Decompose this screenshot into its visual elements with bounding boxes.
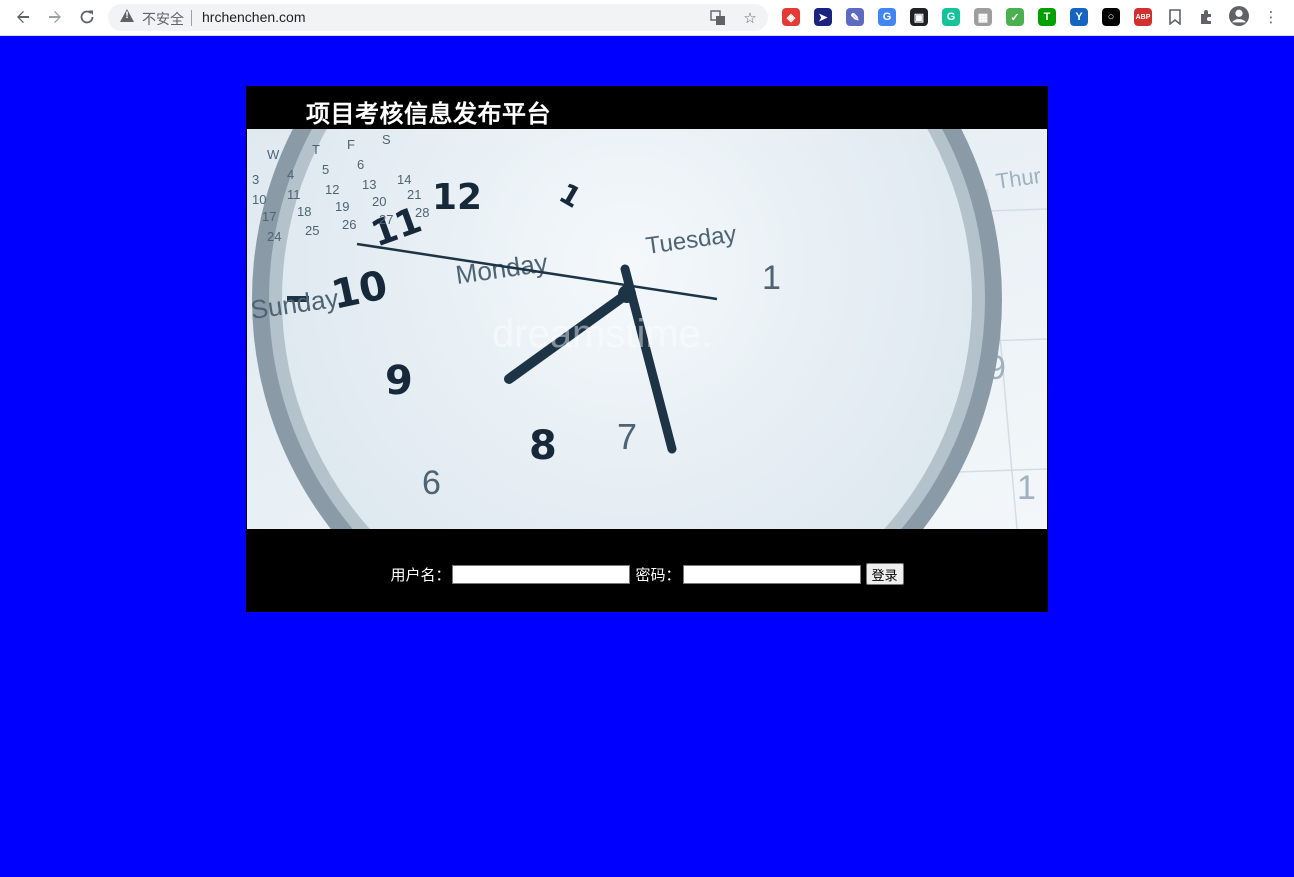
- svg-text:1: 1: [762, 259, 781, 297]
- security-label[interactable]: 不安全: [142, 9, 184, 29]
- svg-text:T: T: [312, 142, 320, 157]
- svg-text:12: 12: [432, 177, 482, 218]
- extensions-puzzle-icon[interactable]: [1197, 7, 1217, 27]
- svg-text:12: 12: [325, 182, 339, 197]
- svg-text:20: 20: [372, 194, 386, 209]
- translate-page-icon[interactable]: [708, 8, 728, 28]
- svg-text:27: 27: [379, 212, 393, 227]
- password-input[interactable]: [682, 564, 861, 584]
- bookmark-star-icon[interactable]: ☆: [740, 8, 760, 28]
- pen-extension-icon[interactable]: ✎: [846, 8, 864, 26]
- svg-text:1: 1: [1017, 469, 1036, 507]
- login-form: 用户名： 密码： 登录: [246, 562, 1048, 586]
- picture-in-picture-icon[interactable]: ▣: [910, 8, 928, 26]
- browser-toolbar: 不安全 hrchenchen.com ☆ ◈ ➤ ✎ G ▣ G ▦ ✓ TY ○ ABP ⋮: [0, 0, 1294, 36]
- login-button[interactable]: 登录: [865, 563, 904, 585]
- page-title: 项目考核信息发布平台: [306, 101, 551, 128]
- circle-extension-icon[interactable]: ○: [1102, 8, 1120, 26]
- reload-icon[interactable]: [74, 5, 100, 29]
- cursor-extension-icon[interactable]: ➤: [814, 8, 832, 26]
- forward-icon[interactable]: [42, 5, 68, 29]
- browser-menu-icon[interactable]: ⋮: [1261, 7, 1281, 27]
- banner-image: Wednesday Thur 2 9 8 1 15 12 11 10 9: [247, 0, 1048, 674]
- svg-text:6: 6: [357, 157, 364, 172]
- grammarly-icon[interactable]: G: [942, 8, 960, 26]
- svg-text:19: 19: [335, 199, 349, 214]
- svg-text:26: 26: [342, 217, 356, 232]
- adblock-plus-icon[interactable]: ABP: [1134, 8, 1152, 26]
- svg-text:18: 18: [297, 204, 311, 219]
- svg-text:14: 14: [397, 172, 411, 187]
- svg-text:10: 10: [252, 192, 266, 207]
- svg-text:8: 8: [529, 423, 557, 469]
- svg-text:13: 13: [362, 177, 376, 192]
- y-extension-icon[interactable]: Y: [1070, 8, 1088, 26]
- password-label: 密码：: [635, 566, 681, 584]
- svg-text:21: 21: [407, 187, 421, 202]
- svg-text:7: 7: [617, 416, 637, 457]
- svg-text:S: S: [382, 132, 391, 147]
- warning-icon[interactable]: [120, 9, 134, 22]
- translate-extension-icon[interactable]: G: [878, 8, 896, 26]
- divider: [191, 10, 192, 26]
- svg-text:28: 28: [415, 205, 429, 220]
- svg-text:25: 25: [305, 223, 319, 238]
- svg-text:11: 11: [287, 187, 301, 202]
- svg-text:F: F: [347, 137, 355, 152]
- shield-extension-icon[interactable]: ◈: [782, 8, 800, 26]
- svg-text:3: 3: [252, 172, 259, 187]
- svg-text:W: W: [267, 147, 280, 162]
- tab-manager-icon[interactable]: ▦: [974, 8, 992, 26]
- watermark-text: dreamstime.: [492, 312, 712, 356]
- main-panel: 项目考核信息发布平台 Thur 9 1 12 11 10 9 8 1 Monda…: [246, 0, 1048, 674]
- svg-text:9: 9: [385, 358, 413, 404]
- url-text[interactable]: hrchenchen.com: [202, 9, 306, 25]
- svg-text:24: 24: [267, 229, 281, 244]
- vpn-shield-icon[interactable]: ✓: [1006, 8, 1024, 26]
- svg-text:6: 6: [422, 464, 441, 502]
- address-bar[interactable]: 不安全 hrchenchen.com ☆: [108, 4, 768, 31]
- svg-text:4: 4: [287, 167, 294, 182]
- svg-text:17: 17: [262, 209, 276, 224]
- reading-list-icon[interactable]: [1165, 7, 1185, 27]
- svg-text:5: 5: [322, 162, 329, 177]
- back-icon[interactable]: [10, 5, 36, 29]
- username-input[interactable]: [452, 564, 631, 584]
- profile-avatar-icon[interactable]: [1229, 6, 1249, 26]
- username-label: 用户名：: [390, 566, 451, 584]
- tampermonkey-icon[interactable]: T: [1038, 8, 1056, 26]
